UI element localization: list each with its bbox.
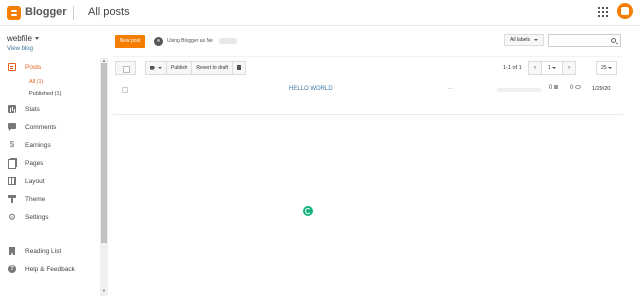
sidebar-item-reading-list[interactable]: Reading List (0, 244, 100, 258)
theme-icon (8, 195, 16, 203)
sidebar-item-settings[interactable]: ⚙ Settings (0, 210, 100, 224)
pages-icon (8, 158, 17, 169)
posts-icon (8, 63, 16, 71)
header-divider (73, 6, 74, 20)
label-tag-icon (150, 65, 155, 70)
gear-icon: ⚙ (8, 212, 17, 222)
sidebar-item-label: Layout (25, 177, 45, 185)
sidebar-item-label: Settings (25, 213, 49, 221)
sidebar-item-label: Pages (25, 159, 44, 167)
sidebar-subitem-all[interactable]: All (1) (29, 79, 43, 85)
sidebar-item-label: Theme (25, 195, 46, 203)
post-date: 1/29/20 (592, 86, 611, 92)
divider (113, 56, 623, 57)
stats-icon (8, 105, 16, 113)
sidebar-item-comments[interactable]: Comments (0, 120, 100, 134)
page-title: All posts (88, 6, 130, 18)
divider (113, 114, 623, 115)
revert-to-draft-button[interactable]: Revert to draft (192, 62, 234, 74)
chevron-down-icon (158, 66, 162, 69)
sidebar: webfile View blog Posts All (1) Publishe… (0, 26, 108, 296)
row-checkbox[interactable] (122, 87, 128, 93)
new-post-button[interactable]: New post (115, 35, 145, 48)
blog-name: webfile (7, 34, 32, 43)
comment-icon (554, 85, 559, 90)
dollar-icon: $ (9, 140, 15, 149)
sidebar-item-label: Comments (25, 123, 57, 131)
brand-name[interactable]: Blogger (25, 6, 67, 18)
trash-icon (237, 64, 242, 70)
page-size-select[interactable]: 25 (596, 61, 617, 75)
post-ellipsis: ... (448, 85, 454, 91)
post-title-link[interactable]: HELLO WORLD (289, 86, 333, 92)
sidebar-item-label: Reading List (25, 247, 62, 255)
prev-page-button[interactable]: ‹ (529, 62, 541, 74)
sidebar-item-posts[interactable]: Posts (0, 60, 100, 74)
sidebar-subitem-published[interactable]: Published (1) (29, 91, 61, 97)
sidebar-item-theme[interactable]: Theme (0, 192, 100, 206)
publish-button[interactable]: Publish (167, 62, 193, 74)
scroll-down-arrow-icon[interactable]: ▼ (101, 288, 107, 293)
search-icon[interactable] (611, 38, 616, 43)
page-select[interactable]: 1 (541, 62, 564, 74)
loading-spinner-icon (303, 206, 313, 216)
select-all-checkbox[interactable] (115, 61, 136, 75)
post-snippet-placeholder (497, 88, 541, 92)
sidebar-scrollbar-thumb[interactable] (101, 63, 107, 243)
sidebar-item-label: Help & Feedback (25, 265, 75, 273)
page-size-value: 25 (601, 65, 607, 71)
chevron-down-icon (552, 66, 557, 69)
delete-button[interactable] (233, 62, 245, 74)
sidebar-item-stats[interactable]: Stats (0, 102, 100, 116)
sidebar-item-pages[interactable]: Pages (0, 156, 100, 170)
comment-count-value: 0 (549, 85, 553, 91)
comment-count[interactable]: 0 (549, 85, 559, 91)
top-bar: Blogger All posts (0, 0, 640, 26)
help-icon (8, 265, 16, 273)
view-blog-link[interactable]: View blog (7, 46, 33, 52)
chevron-down-icon (34, 37, 39, 41)
labels-filter-dropdown[interactable]: All labels (504, 34, 544, 46)
sidebar-item-layout[interactable]: Layout (0, 174, 100, 188)
blogger-logo-icon[interactable] (7, 6, 21, 20)
page-count: 1-1 of 1 (503, 65, 522, 71)
using-blogger-as-text: Using Blogger as Ne (167, 38, 213, 44)
layout-icon (8, 177, 16, 185)
sidebar-item-label: Earnings (25, 141, 51, 149)
sidebar-item-help[interactable]: Help & Feedback (0, 262, 100, 276)
view-count: 0 (570, 85, 582, 91)
blog-selector[interactable]: webfile (7, 34, 39, 43)
eye-icon (575, 85, 582, 90)
labels-action-button[interactable] (146, 62, 167, 74)
pagination: ‹ 1 › (528, 61, 577, 75)
comments-icon (8, 123, 16, 131)
bulk-actions-toolbar: Publish Revert to draft (145, 61, 247, 75)
page-number: 1 (548, 65, 551, 71)
bookmark-icon (8, 247, 16, 255)
avatar (154, 37, 163, 46)
redacted-name (219, 38, 237, 44)
search-input[interactable] (548, 34, 621, 47)
labels-filter-label: All labels (510, 37, 531, 43)
sidebar-item-label: Posts (25, 63, 42, 71)
view-count-value: 0 (570, 85, 574, 91)
chevron-down-icon (608, 67, 612, 69)
next-page-button[interactable]: › (563, 62, 575, 74)
chevron-down-icon (534, 39, 538, 41)
account-avatar[interactable] (617, 3, 633, 19)
apps-grid-icon[interactable] (598, 7, 608, 17)
table-row[interactable]: HELLO WORLD ... 0 0 1/29/20 (113, 81, 623, 99)
sidebar-item-earnings[interactable]: $ Earnings (0, 138, 100, 152)
sidebar-item-label: Stats (25, 105, 40, 113)
